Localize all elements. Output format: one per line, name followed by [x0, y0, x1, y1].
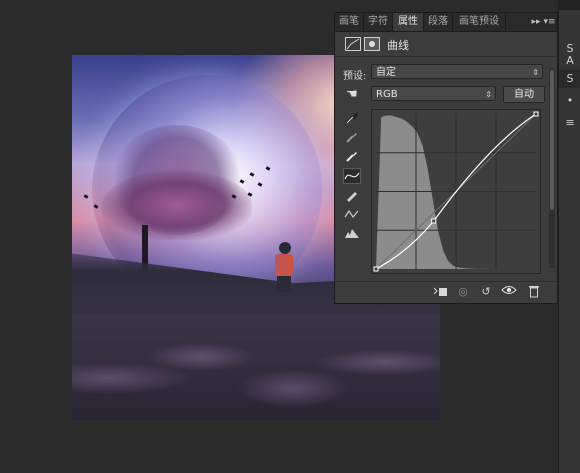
collapse-panel-button[interactable]: ▸▸: [530, 13, 542, 31]
hand-icon[interactable]: ☚: [343, 87, 361, 103]
layer-mask-icon[interactable]: [364, 37, 380, 51]
curve-control-point: [431, 218, 437, 224]
reset-icon[interactable]: ↺: [477, 284, 495, 300]
pencil-icon[interactable]: [343, 188, 361, 204]
adjustment-title: 曲线: [387, 39, 409, 52]
properties-panel: 画笔 字符 属性 段落 画笔预设 ▸▸ ▾≡ 曲线 预设: 自定 ⇕ ☚ RGB…: [334, 12, 558, 304]
channel-dropdown[interactable]: RGB ⇕: [371, 86, 496, 101]
scrollbar-thumb[interactable]: [550, 70, 554, 210]
right-dock-column: S A S • ≡: [558, 0, 580, 473]
dock-top-strip: [559, 0, 580, 10]
curve-point-icon[interactable]: [343, 168, 361, 184]
smooth-icon[interactable]: [343, 207, 361, 223]
dock-tool-2[interactable]: A: [559, 52, 580, 70]
bird: [83, 194, 89, 199]
channel-value: RGB: [376, 89, 398, 100]
eyedropper-gray-icon[interactable]: [343, 130, 361, 146]
tree-crown: [102, 170, 252, 240]
preset-value: 自定: [376, 67, 396, 78]
curves-graph-svg: [373, 111, 539, 272]
child-figure-head: [279, 242, 291, 254]
auto-button[interactable]: 自动: [503, 86, 545, 103]
tab-paragraph[interactable]: 段落: [424, 13, 453, 31]
child-figure-legs: [277, 276, 291, 292]
eyedropper-black-icon[interactable]: [343, 111, 361, 127]
panel-tab-bar: 画笔 字符 属性 段落 画笔预设 ▸▸ ▾≡: [335, 13, 557, 32]
child-figure-body: [275, 254, 293, 276]
panel-scrollbar[interactable]: [549, 68, 555, 268]
tab-brush-presets[interactable]: 画笔预设: [453, 13, 506, 31]
view-previous-icon[interactable]: ◎: [454, 284, 472, 300]
properties-header: 曲线: [335, 32, 557, 57]
curve-control-point: [373, 266, 379, 272]
preset-label: 预设:: [343, 71, 367, 82]
panel-footer: ◎ ↺: [335, 281, 557, 302]
dock-tool-4[interactable]: •: [559, 92, 580, 110]
tab-properties[interactable]: 属性: [393, 13, 424, 31]
clip-to-layer-icon[interactable]: [431, 284, 449, 300]
clipping-warning-icon[interactable]: [343, 226, 361, 242]
preset-dropdown[interactable]: 自定 ⇕: [371, 64, 543, 79]
dock-tool-3[interactable]: S: [559, 70, 580, 88]
curve-control-point: [533, 111, 539, 117]
tab-brush[interactable]: 画笔: [335, 13, 364, 31]
curves-graph[interactable]: [371, 109, 541, 274]
curves-adjustment-icon[interactable]: [345, 37, 361, 51]
trash-icon[interactable]: [525, 284, 543, 300]
dock-tool-5[interactable]: ≡: [559, 114, 580, 132]
tab-character[interactable]: 字符: [364, 13, 393, 31]
updown-arrow-icon: ⇕: [485, 90, 492, 99]
eyedropper-white-icon[interactable]: [343, 149, 361, 165]
panel-menu-button[interactable]: ▾≡: [543, 13, 556, 31]
updown-arrow-icon: ⇕: [532, 68, 539, 77]
grass-foreground: [72, 315, 440, 420]
visibility-eye-icon[interactable]: [500, 284, 518, 300]
